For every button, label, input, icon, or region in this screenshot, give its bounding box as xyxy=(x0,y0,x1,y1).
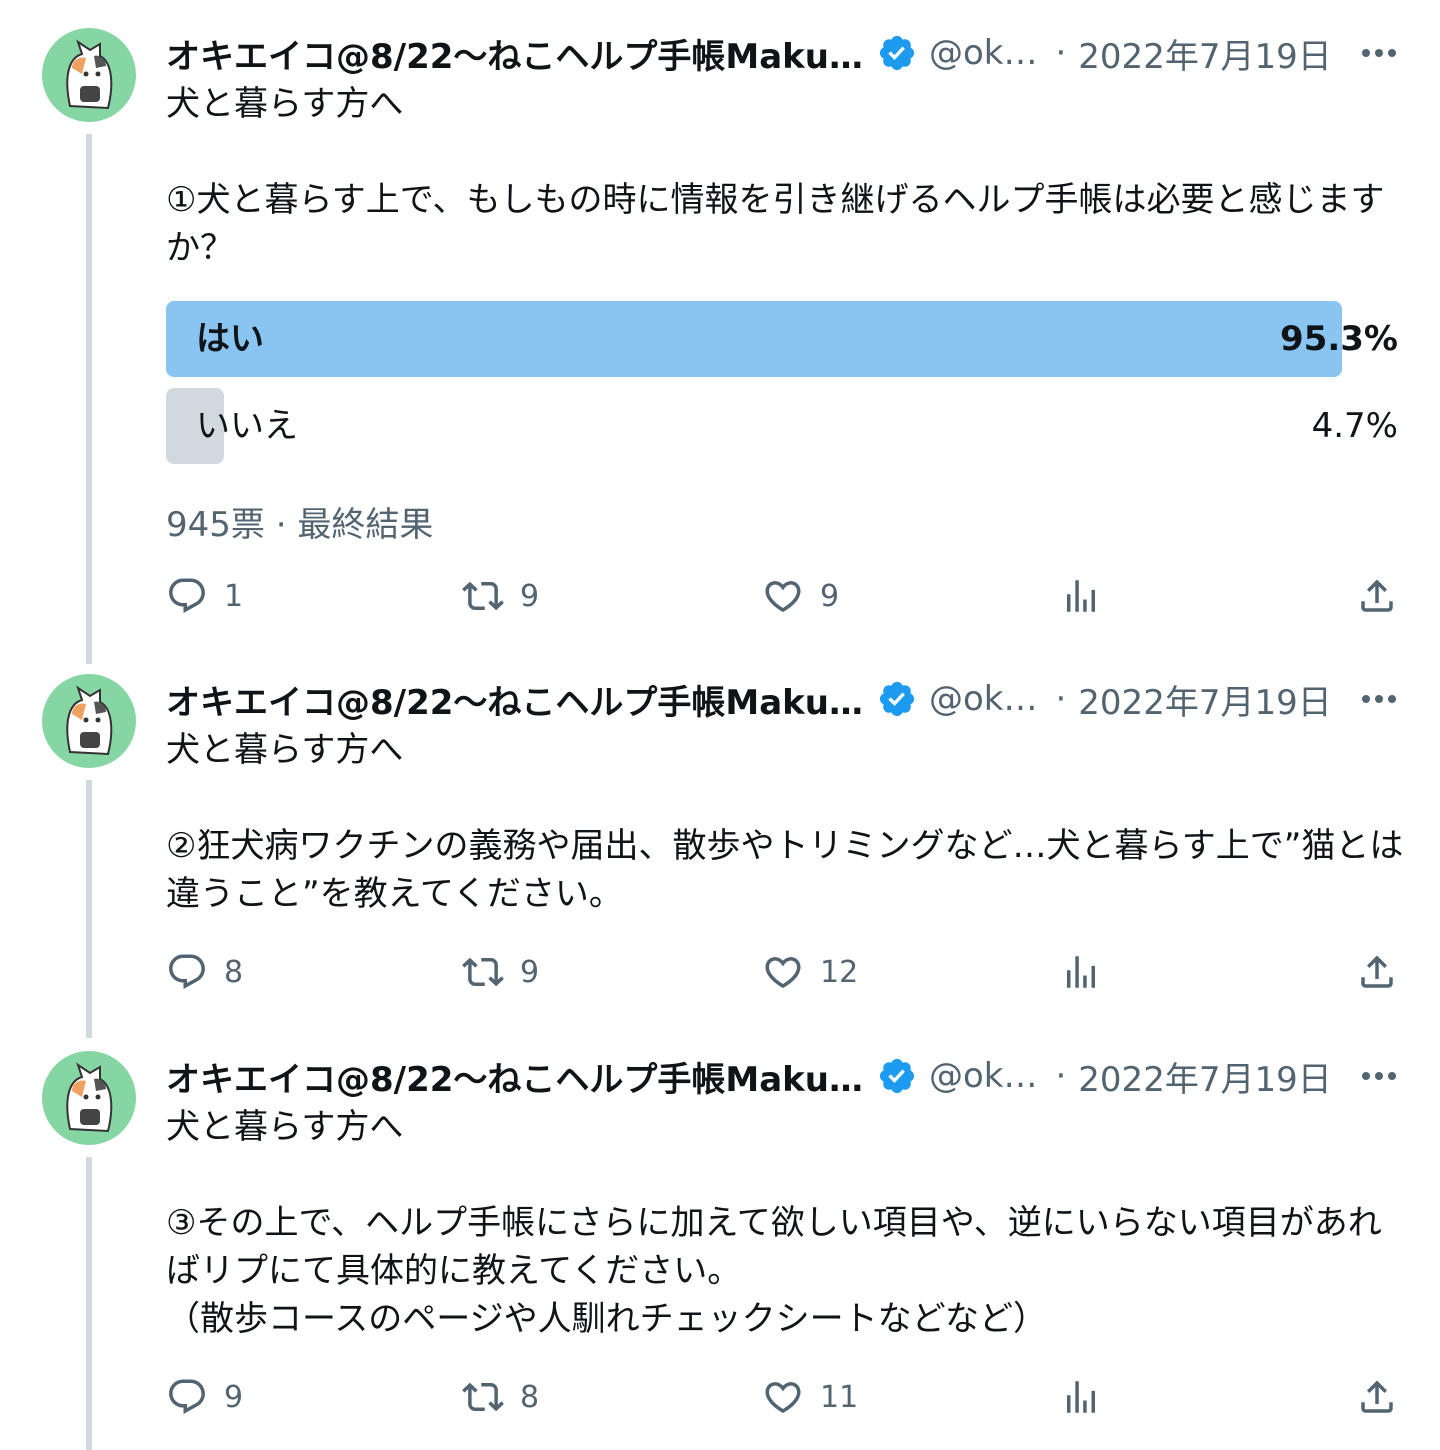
like-icon xyxy=(765,581,801,613)
separator-dot: · xyxy=(1055,1056,1067,1096)
tweet-text: 犬と暮らす方へ ②狂犬病ワクチンの義務や届出、散歩やトリミングなど…犬と暮らす上… xyxy=(166,726,1406,918)
author-handle[interactable]: @ok… xyxy=(929,33,1038,73)
retweet-button[interactable]: 9 xyxy=(462,574,539,618)
poll-option-label: はい xyxy=(196,319,264,359)
views-button[interactable] xyxy=(1060,574,1102,618)
thread-line xyxy=(86,780,92,1038)
thread-line xyxy=(86,1157,92,1450)
author-name[interactable]: オキエイコ@8/22〜ねこヘルプ手帳Maku… xyxy=(166,1052,863,1101)
tweet-text: 犬と暮らす方へ ③その上で、ヘルプ手帳にさらに加えて欲しい項目や、逆にいらない項… xyxy=(166,1103,1406,1343)
retweet-count: 9 xyxy=(520,954,540,990)
poll-option-percent: 4.7% xyxy=(1311,406,1398,446)
reply-count: 8 xyxy=(224,954,244,990)
like-count: 9 xyxy=(820,578,840,614)
tweet-date[interactable]: 2022年7月19日 xyxy=(1078,29,1331,78)
views-button[interactable] xyxy=(1060,950,1102,994)
tweet-text: 犬と暮らす方へ ①犬と暮らす上で、もしもの時に情報を引き継げるヘルプ手帳は必要と… xyxy=(166,80,1406,272)
author-name[interactable]: オキエイコ@8/22〜ねこヘルプ手帳Maku… xyxy=(166,675,863,724)
reply-button[interactable]: 1 xyxy=(166,574,243,618)
retweet-button[interactable]: 8 xyxy=(462,1375,539,1419)
more-icon[interactable] xyxy=(1358,30,1400,76)
retweet-icon xyxy=(462,581,504,611)
more-icon[interactable] xyxy=(1358,676,1400,722)
reply-button[interactable]: 9 xyxy=(166,1375,243,1419)
retweet-button[interactable]: 9 xyxy=(462,950,539,994)
like-button[interactable]: 11 xyxy=(762,1375,858,1419)
tweet-header: オキエイコ@8/22〜ねこヘルプ手帳Maku… @ok… · 2022年7月19… xyxy=(166,675,1400,724)
verified-icon xyxy=(879,35,915,71)
tweet-date[interactable]: 2022年7月19日 xyxy=(1078,675,1331,724)
tweet-2[interactable]: オキエイコ@8/22〜ねこヘルプ手帳Maku… @ok… · 2022年7月19… xyxy=(0,646,1440,1038)
like-button[interactable]: 12 xyxy=(762,950,858,994)
poll-option-label: いいえ xyxy=(196,406,298,446)
poll-meta: 945票 · 最終結果 xyxy=(166,505,434,545)
tweet-date[interactable]: 2022年7月19日 xyxy=(1078,1052,1331,1101)
verified-icon xyxy=(879,681,915,717)
retweet-icon xyxy=(462,957,504,987)
like-count: 11 xyxy=(820,1379,859,1415)
avatar[interactable] xyxy=(42,674,136,768)
like-button[interactable]: 9 xyxy=(762,574,839,618)
retweet-count: 8 xyxy=(520,1379,540,1415)
share-icon xyxy=(1361,955,1393,988)
views-icon xyxy=(1067,956,1095,988)
reply-icon xyxy=(169,1379,205,1414)
retweet-icon xyxy=(462,1382,504,1412)
poll-option-2: いいえ 4.7% xyxy=(166,388,1398,464)
tweet-3[interactable]: オキエイコ@8/22〜ねこヘルプ手帳Maku… @ok… · 2022年7月19… xyxy=(0,1023,1440,1450)
avatar[interactable] xyxy=(42,28,136,122)
tweet-actions: 8 9 12 xyxy=(166,950,1398,994)
share-button[interactable] xyxy=(1356,574,1398,618)
reply-icon xyxy=(169,954,205,989)
separator-dot: · xyxy=(1055,33,1067,73)
tweet-header: オキエイコ@8/22〜ねこヘルプ手帳Maku… @ok… · 2022年7月19… xyxy=(166,1052,1400,1101)
poll-option-percent: 95.3% xyxy=(1280,319,1398,359)
verified-icon xyxy=(879,1058,915,1094)
views-button[interactable] xyxy=(1060,1375,1102,1419)
tweet-1[interactable]: オキエイコ@8/22〜ねこヘルプ手帳Maku… @ok… · 2022年7月19… xyxy=(0,0,1440,664)
share-button[interactable] xyxy=(1356,950,1398,994)
share-icon xyxy=(1361,1380,1393,1413)
tweet-text-content: 犬と暮らす方へ ①犬と暮らす上で、もしもの時に情報を引き継げるヘルプ手帳は必要と… xyxy=(166,84,1385,268)
like-count: 12 xyxy=(820,954,859,990)
author-handle[interactable]: @ok… xyxy=(929,1056,1038,1096)
tweet-text-content: 犬と暮らす方へ ③その上で、ヘルプ手帳にさらに加えて欲しい項目や、逆にいらない項… xyxy=(166,1107,1382,1339)
views-icon xyxy=(1067,580,1095,612)
poll-option-bar xyxy=(166,301,1342,377)
like-icon xyxy=(765,1382,801,1414)
tweet-header: オキエイコ@8/22〜ねこヘルプ手帳Maku… @ok… · 2022年7月19… xyxy=(166,29,1400,78)
poll: はい 95.3% いいえ 4.7% 945票 · 最終結果 xyxy=(166,301,1398,545)
reply-icon xyxy=(169,578,205,613)
reply-count: 1 xyxy=(224,578,244,614)
share-icon xyxy=(1361,579,1393,612)
thread-line xyxy=(86,134,92,664)
reply-button[interactable]: 8 xyxy=(166,950,243,994)
tweet-actions: 9 8 11 xyxy=(166,1375,1398,1419)
avatar[interactable] xyxy=(42,1051,136,1145)
share-button[interactable] xyxy=(1356,1375,1398,1419)
poll-option-1: はい 95.3% xyxy=(166,301,1398,377)
tweet-text-content: 犬と暮らす方へ ②狂犬病ワクチンの義務や届出、散歩やトリミングなど…犬と暮らす上… xyxy=(166,730,1404,914)
like-icon xyxy=(765,957,801,989)
separator-dot: · xyxy=(1055,679,1067,719)
author-handle[interactable]: @ok… xyxy=(929,679,1038,719)
reply-count: 9 xyxy=(224,1379,244,1415)
tweet-actions: 1 9 9 xyxy=(166,574,1398,618)
author-name[interactable]: オキエイコ@8/22〜ねこヘルプ手帳Maku… xyxy=(166,29,863,78)
more-icon[interactable] xyxy=(1358,1053,1400,1099)
retweet-count: 9 xyxy=(520,578,540,614)
views-icon xyxy=(1067,1381,1095,1413)
